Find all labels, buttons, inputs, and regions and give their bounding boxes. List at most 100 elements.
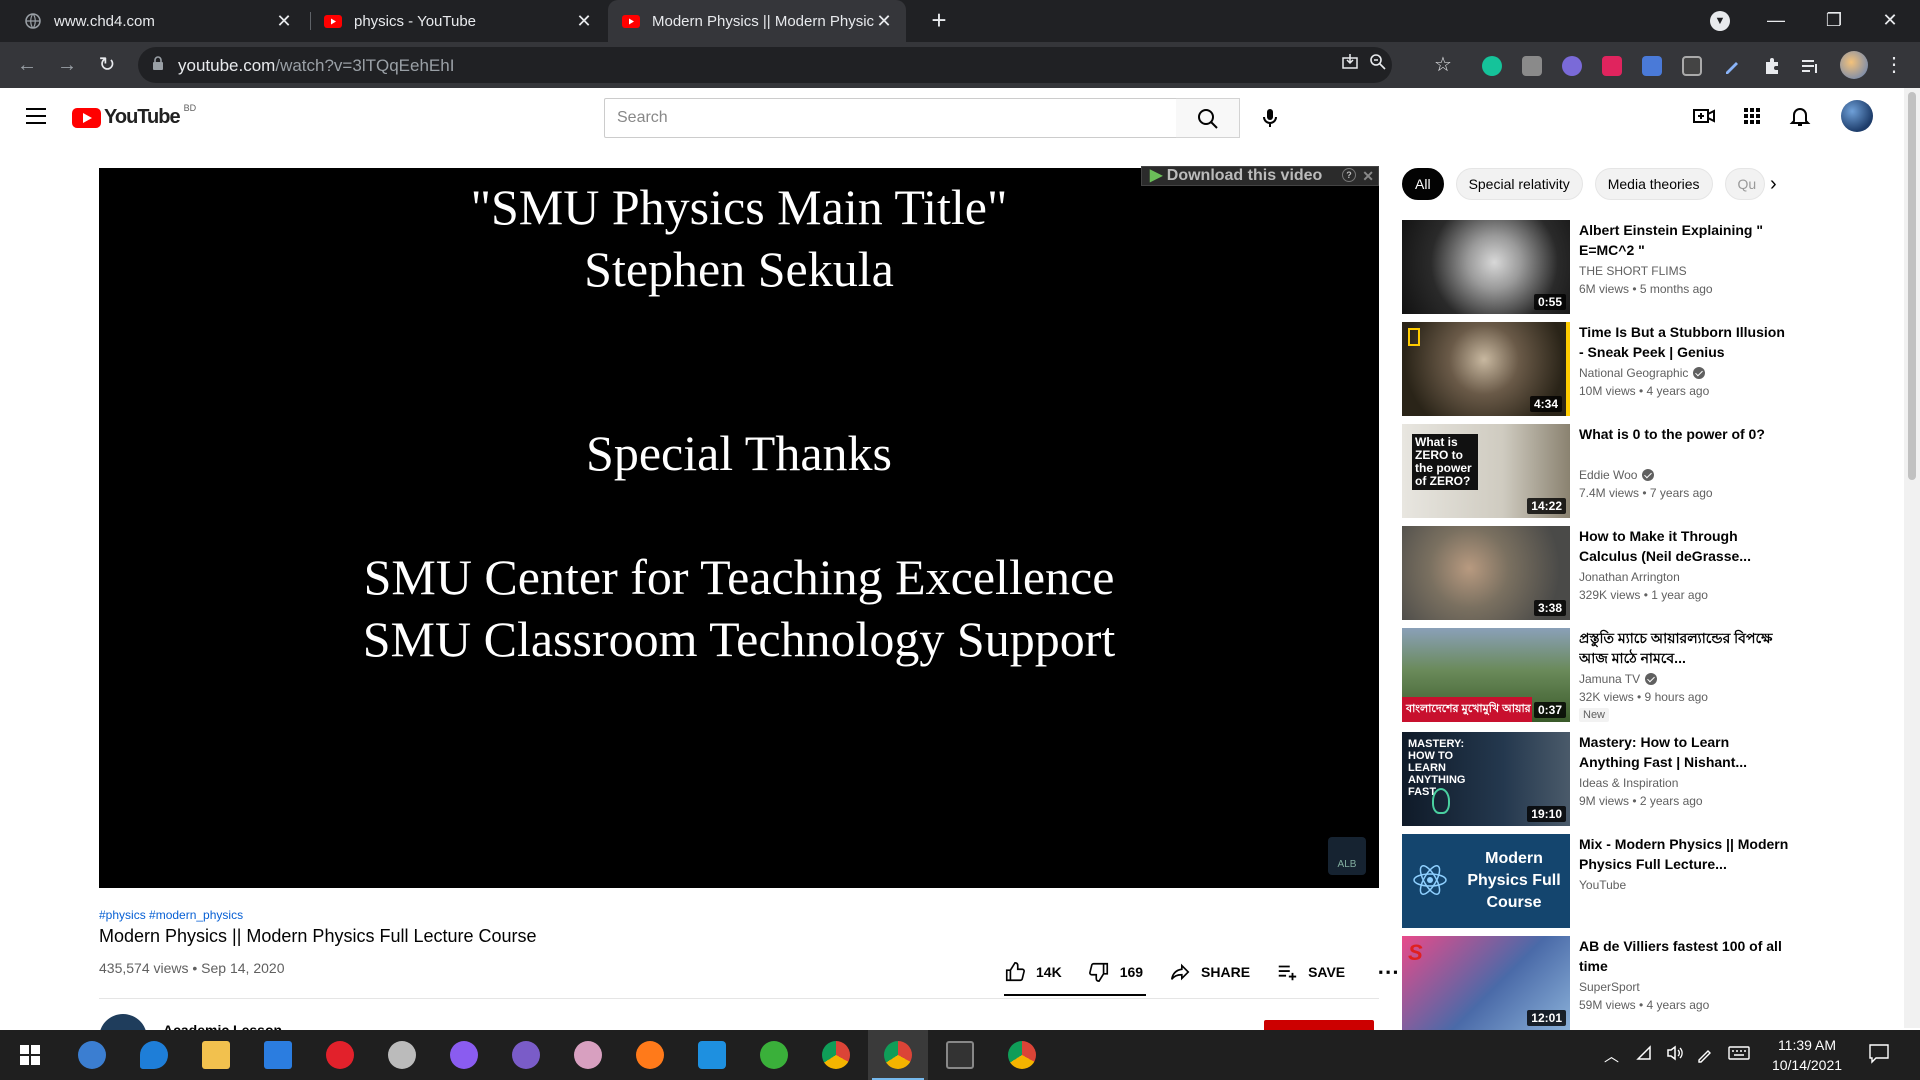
close-window-button[interactable]: ✕ <box>1866 0 1914 42</box>
browser-tab-chd4[interactable]: www.chd4.com ✕ <box>10 0 306 42</box>
search-input[interactable] <box>605 99 1176 137</box>
recommended-video[interactable]: What is ZERO to the power of ZERO? 14:22… <box>1402 424 1892 518</box>
video-title[interactable]: Mastery: How to Learn Anything Fast | Ni… <box>1579 732 1789 772</box>
channel-name[interactable]: Eddie Woo <box>1579 468 1655 482</box>
chip-media-theories[interactable]: Media theories <box>1594 168 1713 200</box>
chrome-menu-icon[interactable]: ⋮ <box>1880 50 1908 80</box>
recommended-video[interactable]: 0:55 Albert Einstein Explaining " E=MC^2… <box>1402 220 1892 314</box>
video-title[interactable]: প্রস্তুতি ম্যাচে আয়ারল্যান্ডের বিপক্ষে … <box>1579 628 1789 668</box>
system-clock[interactable]: 11:39 AM 10/14/2021 <box>1762 1035 1852 1075</box>
extension-icon[interactable] <box>1562 56 1582 76</box>
page-scrollbar[interactable] <box>1904 88 1920 1028</box>
video-thumbnail[interactable]: What is ZERO to the power of ZERO? 14:22 <box>1402 424 1570 518</box>
edge-taskbar-icon[interactable] <box>124 1030 184 1080</box>
more-actions-button[interactable]: ⋯ <box>1377 959 1399 985</box>
hamburger-menu-icon[interactable] <box>26 108 46 124</box>
channel-watermark[interactable]: ALB <box>1328 837 1366 875</box>
minimize-button[interactable]: — <box>1752 0 1800 42</box>
new-tab-button[interactable]: + <box>924 6 954 36</box>
chip-partial[interactable]: Qu <box>1724 168 1765 200</box>
pen-extension-icon[interactable] <box>1722 56 1742 76</box>
video-thumbnail[interactable]: 0:55 <box>1402 220 1570 314</box>
chrome-taskbar-icon-active[interactable] <box>868 1030 928 1080</box>
volume-icon[interactable] <box>1666 1045 1684 1065</box>
channel-name[interactable]: Jamuna TV <box>1579 672 1658 686</box>
extension-icon[interactable] <box>1602 56 1622 76</box>
terminal-taskbar-icon[interactable] <box>930 1030 990 1080</box>
mail-taskbar-icon[interactable] <box>248 1030 308 1080</box>
zoom-icon[interactable] <box>1366 53 1390 77</box>
chrome-taskbar-icon[interactable] <box>992 1030 1052 1080</box>
profile-avatar[interactable] <box>1840 51 1868 79</box>
video-title[interactable]: Time Is But a Stubborn Illusion - Sneak … <box>1579 322 1789 362</box>
github-taskbar-icon[interactable] <box>496 1030 556 1080</box>
chevron-right-icon[interactable]: › <box>1770 174 1790 194</box>
file-explorer-taskbar-icon[interactable] <box>186 1030 246 1080</box>
video-title[interactable]: Mix - Modern Physics || Modern Physics F… <box>1579 834 1789 874</box>
video-title[interactable]: AB de Villiers fastest 100 of all time <box>1579 936 1789 976</box>
grammarly-extension-icon[interactable] <box>1482 56 1502 76</box>
video-thumbnail[interactable]: 4:34 <box>1402 322 1570 416</box>
share-button[interactable]: SHARE <box>1169 961 1250 983</box>
back-arrow-icon[interactable]: ← <box>12 50 42 80</box>
start-button[interactable] <box>0 1030 60 1080</box>
save-button[interactable]: SAVE <box>1276 961 1345 983</box>
chip-special-relativity[interactable]: Special relativity <box>1455 168 1583 200</box>
close-tab-icon[interactable]: ✕ <box>576 11 592 32</box>
create-video-icon[interactable] <box>1692 104 1716 128</box>
channel-name[interactable]: Jonathan Arrington <box>1579 570 1680 584</box>
opera-taskbar-icon[interactable] <box>310 1030 370 1080</box>
video-title[interactable]: What is 0 to the power of 0? <box>1579 424 1789 444</box>
app-taskbar-icon[interactable] <box>744 1030 804 1080</box>
install-app-icon[interactable] <box>1338 53 1362 77</box>
video-thumbnail[interactable]: Modern Physics Full Course <box>1402 834 1570 928</box>
show-hidden-icons[interactable]: ︿ <box>1604 1045 1619 1066</box>
tab-search-icon[interactable]: ▼ <box>1710 11 1730 31</box>
camera-extension-icon[interactable] <box>1522 56 1542 76</box>
recommended-video[interactable]: MASTERY: HOW TO LEARN ANYTHING FAST 19:1… <box>1402 732 1892 826</box>
puzzle-extensions-icon[interactable] <box>1762 56 1782 76</box>
app-taskbar-icon[interactable] <box>372 1030 432 1080</box>
keyboard-icon[interactable] <box>1728 1045 1750 1065</box>
video-thumbnail[interactable]: MASTERY: HOW TO LEARN ANYTHING FAST 19:1… <box>1402 732 1570 826</box>
scrollbar-thumb[interactable] <box>1908 92 1916 480</box>
forward-arrow-icon[interactable]: → <box>52 50 82 80</box>
bookmark-star-icon[interactable]: ☆ <box>1428 50 1458 80</box>
recommended-video[interactable]: Modern Physics Full Course Mix - Modern … <box>1402 834 1892 928</box>
close-tab-icon[interactable]: ✕ <box>876 11 892 32</box>
channel-name[interactable]: National Geographic <box>1579 366 1706 380</box>
app-taskbar-icon[interactable] <box>558 1030 618 1080</box>
youtube-logo[interactable]: YouTube BD <box>72 103 196 129</box>
chip-all[interactable]: All <box>1402 168 1444 200</box>
voice-search-button[interactable] <box>1250 98 1290 138</box>
account-avatar[interactable] <box>1841 100 1873 132</box>
recommended-video[interactable]: 4:34 Time Is But a Stubborn Illusion - S… <box>1402 322 1892 416</box>
video-thumbnail[interactable]: S 12:01 <box>1402 936 1570 1030</box>
video-thumbnail[interactable]: বাংলাদেশের মুখোমুখি আয়ার 0:37 <box>1402 628 1570 722</box>
hashtags[interactable]: #physics #modern_physics <box>99 908 243 922</box>
recommended-video[interactable]: বাংলাদেশের মুখোমুখি আয়ার 0:37 প্রস্তুতি… <box>1402 628 1892 722</box>
apps-grid-icon[interactable] <box>1740 104 1764 128</box>
channel-name[interactable]: THE SHORT FLIMS <box>1579 264 1687 278</box>
extension-icon[interactable] <box>1682 56 1702 76</box>
video-title[interactable]: Albert Einstein Explaining " E=MC^2 " <box>1579 220 1789 260</box>
like-button[interactable]: 14K <box>1004 961 1062 983</box>
channel-name[interactable]: YouTube <box>1579 878 1626 892</box>
browser-tab-modern-physics[interactable]: Modern Physics || Modern Physic ✕ <box>608 0 906 42</box>
help-icon[interactable]: ? <box>1342 168 1356 182</box>
restore-button[interactable]: ❐ <box>1810 0 1858 42</box>
reading-list-icon[interactable] <box>1800 56 1820 76</box>
vscode-taskbar-icon[interactable] <box>682 1030 742 1080</box>
channel-name[interactable]: Ideas & Inspiration <box>1579 776 1678 790</box>
address-bar[interactable]: youtube.com/watch?v=3lTQqEehEhI <box>138 47 1392 83</box>
video-player[interactable]: "SMU Physics Main Title" Stephen Sekula … <box>99 166 1379 888</box>
video-title[interactable]: How to Make it Through Calculus (Neil de… <box>1579 526 1789 566</box>
network-icon[interactable] <box>1636 1045 1654 1065</box>
channel-name[interactable]: SuperSport <box>1579 980 1640 994</box>
firefox-taskbar-icon[interactable] <box>620 1030 680 1080</box>
recommended-video[interactable]: S 12:01 AB de Villiers fastest 100 of al… <box>1402 936 1892 1030</box>
recommended-video[interactable]: 3:38 How to Make it Through Calculus (Ne… <box>1402 526 1892 620</box>
close-tab-icon[interactable]: ✕ <box>276 11 292 32</box>
pen-workspace-icon[interactable] <box>1696 1045 1714 1067</box>
download-extension-icon[interactable] <box>1642 56 1662 76</box>
